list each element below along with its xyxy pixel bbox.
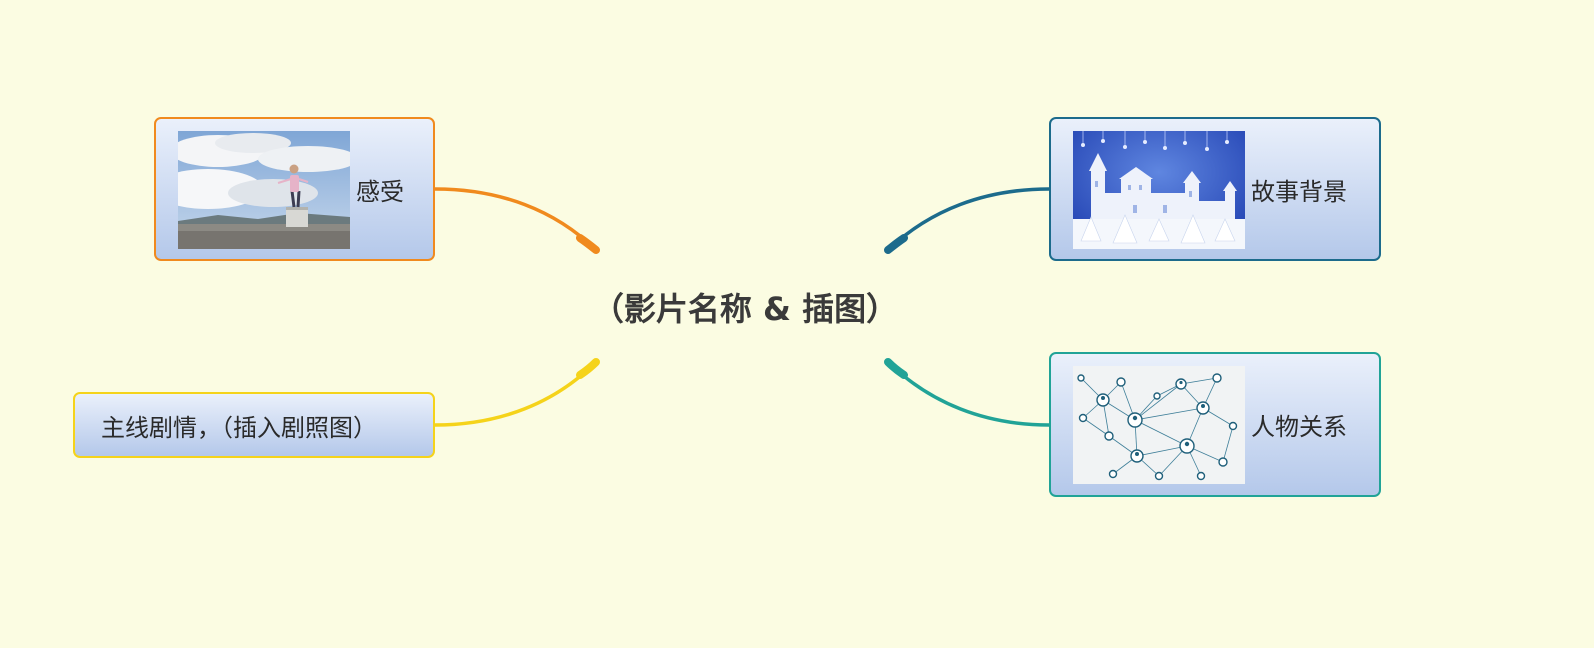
feeling-photo: [178, 131, 350, 249]
topic-feeling[interactable]: 感受: [154, 117, 435, 261]
connector-relations-tip: [884, 358, 908, 379]
topic-plot[interactable]: 主线剧情，（插入剧照图）: [73, 392, 435, 458]
connector-relations: [886, 360, 1051, 427]
connector-feeling: [433, 187, 598, 252]
central-topic-label: （影片名称 & 插图）: [591, 290, 899, 328]
topic-feeling-label: 感受: [356, 177, 404, 206]
topic-relations[interactable]: 人物关系: [1049, 352, 1381, 497]
connector-plot: [433, 360, 598, 427]
central-topic[interactable]: （影片名称 & 插图）: [590, 282, 900, 332]
topic-plot-label: 主线剧情，（插入剧照图）: [101, 413, 377, 442]
connector-feeling-tip: [576, 234, 600, 254]
connector-background: [886, 187, 1051, 252]
relations-illustration: [1073, 366, 1245, 484]
topic-relations-label: 人物关系: [1251, 413, 1347, 441]
topic-background-label: 故事背景: [1251, 177, 1347, 206]
topic-background[interactable]: 故事背景: [1049, 117, 1381, 261]
connector-plot-tip: [576, 358, 600, 379]
background-illustration: [1073, 131, 1245, 249]
connector-background-tip: [884, 234, 908, 254]
